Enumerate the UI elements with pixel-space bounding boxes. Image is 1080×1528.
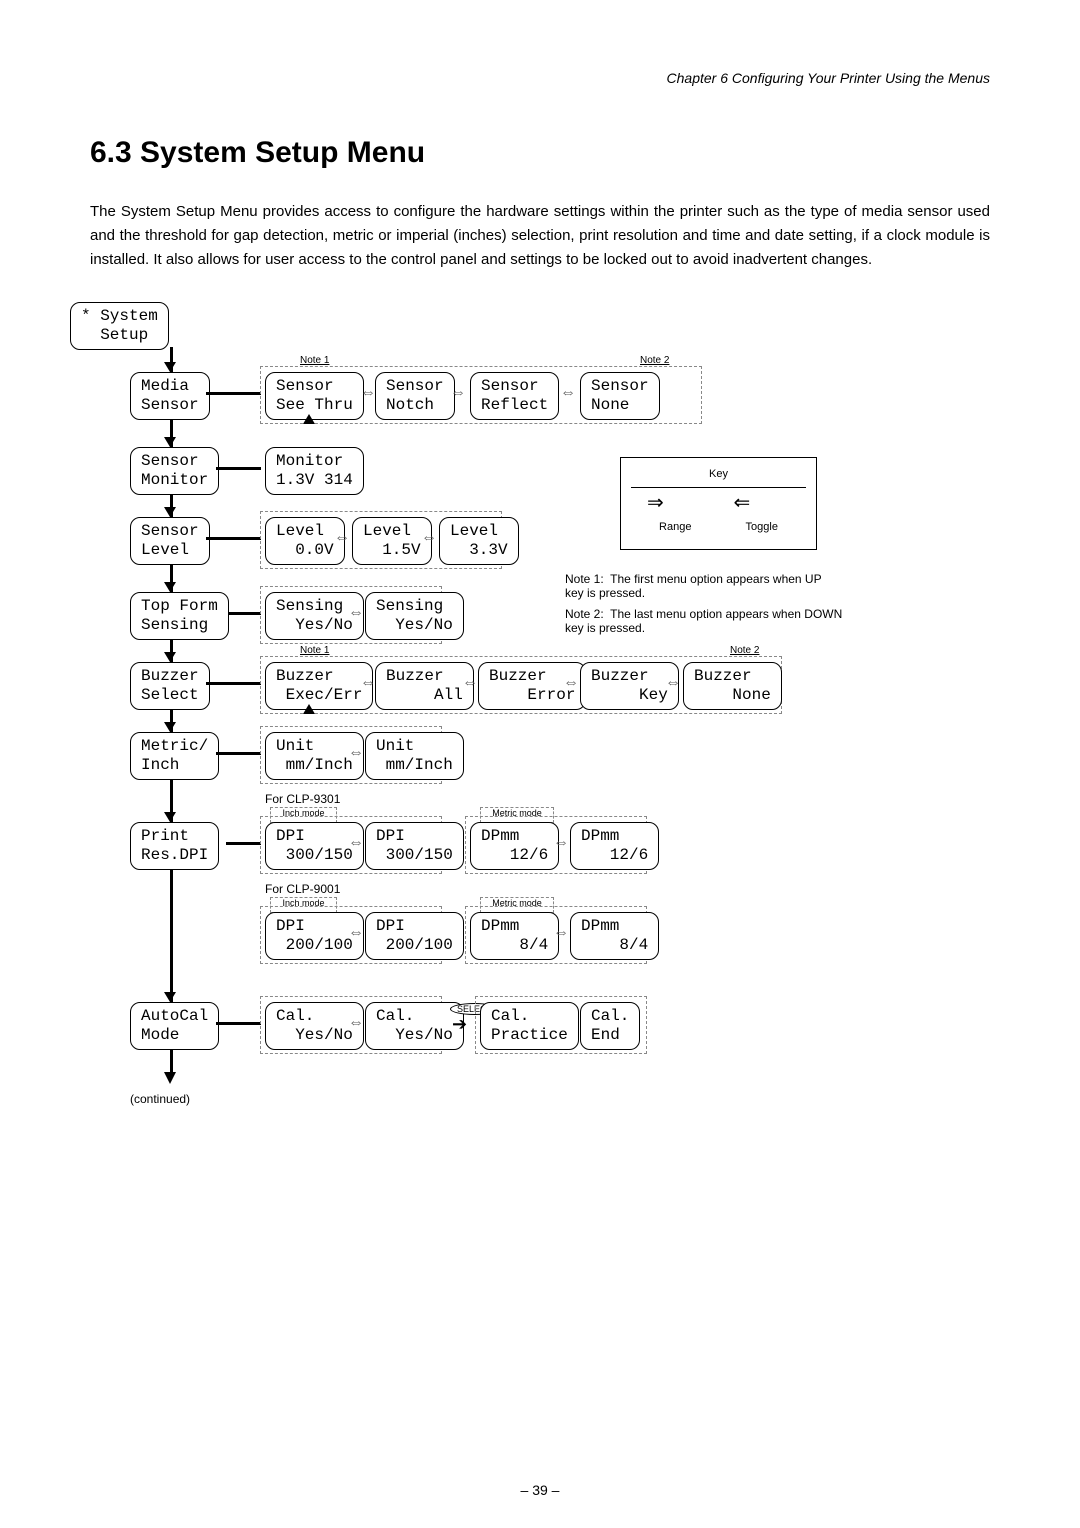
connector [206,682,261,685]
connector [216,752,261,755]
double-arrow-icon: ⇔ [563,674,579,692]
key-legend: Key Range Toggle [620,457,817,550]
up-arrow-icon [303,704,315,714]
double-arrow-icon: ⇔ [450,384,466,402]
note2-prefix: Note 2: [565,607,604,621]
page-number: – 39 – [0,1482,1080,1498]
spine-arrowhead [164,1072,176,1084]
opt-sensing-yesno-2: Sensing Yes/No [365,592,464,640]
opt-buzzer-none: Buzzer None [683,662,782,710]
note2-label: Note 2 [730,645,759,656]
arrowhead-icon [164,652,176,662]
connector [216,1022,261,1025]
arrowhead-icon [164,362,176,372]
connector [206,392,261,395]
double-arrow-icon: ⇔ [348,834,364,852]
toggle-arrow-icon [726,497,764,507]
opt-level-0: Level 0.0V [265,517,345,565]
arrowhead-icon [164,992,176,1002]
opt-buzzer-all: Buzzer All [375,662,474,710]
arrowhead-icon [164,507,176,517]
menu-top-form-sensing: Top Form Sensing [130,592,229,640]
connector [228,612,261,615]
range-label: Range [633,517,718,539]
opt-buzzer-execerr: Buzzer Exec/Err [265,662,373,710]
note2-text: Note 2: The last menu option appears whe… [565,607,845,635]
double-arrow-icon: ⇔ [334,529,350,547]
menu-diagram: * System Setup Media Sensor Note 1 Note … [70,302,990,1092]
double-arrow-icon: ⇔ [360,674,376,692]
opt-dpi-9301-2: DPI 300/150 [365,822,464,870]
note1-text: Note 1: The first menu option appears wh… [565,572,835,600]
note2-body: The last menu option appears when DOWN k… [565,607,842,635]
continued-label: (continued) [130,1092,190,1106]
double-arrow-icon: ⇔ [462,674,478,692]
right-arrow-icon: ➔ [452,1014,467,1035]
opt-level-1: Level 1.5V [352,517,432,565]
arrowhead-icon [164,437,176,447]
opt-buzzer-key: Buzzer Key [580,662,679,710]
menu-media-sensor: Media Sensor [130,372,210,420]
double-arrow-icon: ⇔ [421,529,437,547]
connector [226,842,261,845]
double-arrow-icon: ⇔ [360,384,376,402]
note1-prefix: Note 1: [565,572,604,586]
connector [216,467,261,470]
note1-body: The first menu option appears when UP ke… [565,572,821,600]
opt-sensor-notch: Sensor Notch [375,372,455,420]
note1-label: Note 1 [300,355,329,366]
menu-autocal-mode: AutoCal Mode [130,1002,219,1050]
arrowhead-icon [164,722,176,732]
double-arrow-icon: ⇔ [348,744,364,762]
note1-label: Note 1 [300,645,329,656]
opt-cal-end: Cal. End [580,1002,640,1050]
up-arrow-icon [303,414,315,424]
double-arrow-icon: ⇔ [348,1014,364,1032]
menu-sensor-level: Sensor Level [130,517,210,565]
opt-cal-practice: Cal. Practice [480,1002,579,1050]
menu-print-res: Print Res.DPI [130,822,219,870]
double-arrow-icon: ⇔ [553,924,569,942]
opt-dpi-9001-2: DPI 200/100 [365,912,464,960]
menu-sensor-monitor: Sensor Monitor [130,447,219,495]
arrowhead-icon [164,582,176,592]
opt-unit-2: Unit mm/Inch [365,732,464,780]
clp9001-label: For CLP-9001 [265,882,340,896]
document-page: Chapter 6 Configuring Your Printer Using… [0,0,1080,1528]
connector [206,537,261,540]
body-paragraph: The System Setup Menu provides access to… [90,200,990,272]
toggle-label: Toggle [720,517,805,539]
section-title: 6.3 System Setup Menu [90,136,990,170]
opt-dpmm-9001-2: DPmm 8/4 [570,912,659,960]
opt-sensor-none: Sensor None [580,372,660,420]
range-arrow-icon [639,497,677,507]
opt-level-2: Level 3.3V [439,517,519,565]
opt-dpmm-9001-1: DPmm 8/4 [470,912,559,960]
opt-sensor-reflect: Sensor Reflect [470,372,559,420]
double-arrow-icon: ⇔ [553,834,569,852]
opt-cal-yesno-2: Cal. Yes/No [365,1002,464,1050]
root-system-setup: * System Setup [70,302,169,350]
menu-buzzer-select: Buzzer Select [130,662,210,710]
double-arrow-icon: ⇔ [560,384,576,402]
clp9301-label: For CLP-9301 [265,792,340,806]
opt-monitor-value: Monitor 1.3V 314 [265,447,364,495]
double-arrow-icon: ⇔ [665,674,681,692]
note2-label: Note 2 [640,355,669,366]
menu-metric-inch: Metric/ Inch [130,732,219,780]
double-arrow-icon: ⇔ [348,924,364,942]
chapter-header: Chapter 6 Configuring Your Printer Using… [90,70,990,86]
arrowhead-icon [164,812,176,822]
opt-dpmm-9301-2: DPmm 12/6 [570,822,659,870]
key-title: Key [631,466,806,488]
double-arrow-icon: ⇔ [348,604,364,622]
opt-dpmm-9301-1: DPmm 12/6 [470,822,559,870]
